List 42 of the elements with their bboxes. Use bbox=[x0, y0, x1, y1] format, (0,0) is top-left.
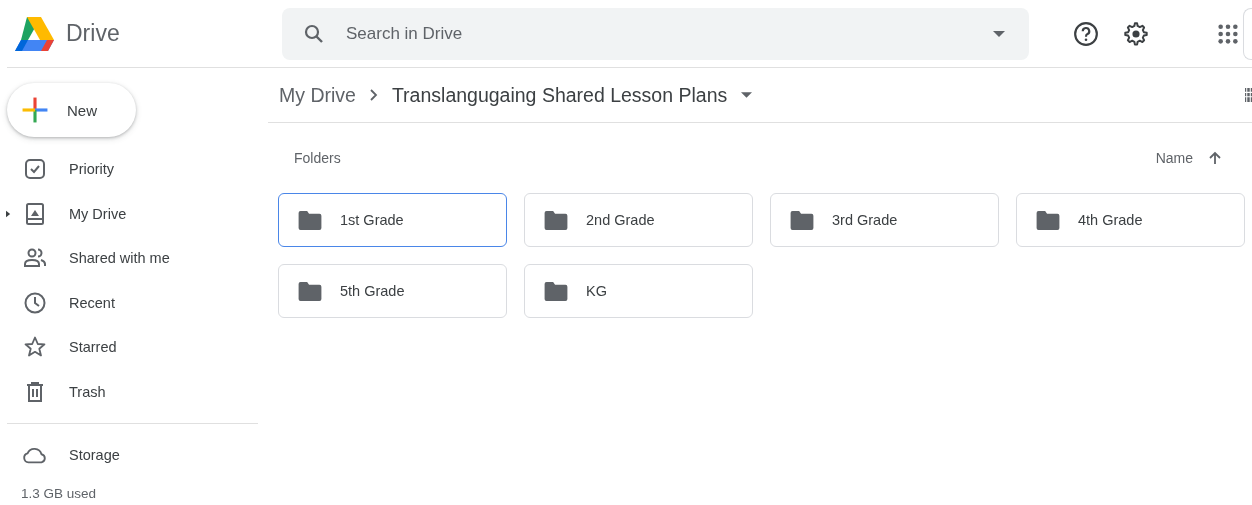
folder-icon bbox=[544, 210, 568, 230]
dropdown-caret-icon[interactable] bbox=[993, 30, 1005, 37]
app-name: Drive bbox=[66, 20, 120, 47]
settings-icon[interactable] bbox=[1123, 20, 1149, 47]
folder-icon bbox=[1036, 210, 1060, 230]
plus-icon bbox=[21, 96, 49, 124]
chevron-right-icon bbox=[369, 89, 378, 101]
breadcrumb-item[interactable]: My Drive bbox=[279, 83, 356, 107]
search-bar[interactable]: Search in Drive bbox=[282, 7, 1029, 60]
drive-logo-icon bbox=[14, 15, 54, 52]
sidebar-item[interactable]: Starred bbox=[0, 325, 268, 370]
sidebar-item[interactable]: Recent bbox=[0, 280, 268, 325]
grid-view-icon[interactable] bbox=[1245, 87, 1252, 103]
sidebar-item[interactable]: My Drive bbox=[0, 191, 268, 236]
checkbox-icon bbox=[22, 157, 48, 182]
clock-icon bbox=[22, 290, 48, 315]
folder-icon bbox=[298, 210, 322, 230]
arrow-up-icon[interactable] bbox=[1208, 151, 1222, 165]
folder-card[interactable]: 5th Grade bbox=[278, 264, 507, 318]
folder-icon bbox=[544, 281, 568, 301]
sidebar-item[interactable]: Trash bbox=[0, 369, 268, 414]
dropdown-caret-icon[interactable] bbox=[741, 92, 753, 98]
section-title: Folders bbox=[294, 150, 341, 166]
collapsed-caret-icon[interactable] bbox=[6, 209, 11, 218]
storage-usage-text: 1.3 GB used bbox=[21, 485, 98, 501]
sort-label[interactable]: Name bbox=[1155, 150, 1193, 166]
help-icon[interactable] bbox=[1073, 20, 1099, 47]
folder-icon bbox=[298, 281, 322, 301]
folder-card[interactable]: 3rd Grade bbox=[770, 193, 999, 247]
folder-card[interactable]: 4th Grade bbox=[1016, 193, 1245, 247]
storage-item[interactable]: Storage bbox=[0, 433, 268, 478]
folder-card[interactable]: 1st Grade bbox=[278, 193, 507, 247]
breadcrumb-item[interactable]: Translangugaing Shared Lesson Plans bbox=[391, 83, 728, 107]
apps-grid-icon[interactable] bbox=[1217, 22, 1239, 45]
new-button[interactable]: New bbox=[7, 83, 136, 137]
folder-card[interactable]: KG bbox=[524, 264, 753, 318]
folder-icon bbox=[790, 210, 814, 230]
search-field[interactable]: Search in Drive bbox=[344, 22, 975, 45]
sidebar-item[interactable]: Priority bbox=[0, 147, 268, 192]
folder-card[interactable]: 2nd Grade bbox=[524, 193, 753, 247]
sidebar-item[interactable]: Shared with me bbox=[0, 236, 268, 281]
cloud-icon bbox=[22, 445, 48, 466]
